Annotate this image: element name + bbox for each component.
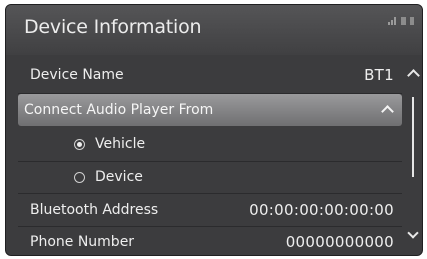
- radio-unselected-icon: [74, 171, 85, 183]
- connect-audio-player-button[interactable]: Connect Audio Player From: [18, 94, 402, 126]
- option-device-label: Device: [95, 169, 143, 185]
- status-icons: [388, 17, 414, 25]
- bluetooth-address-row: Bluetooth Address 00:00:00:00:00:00: [18, 193, 402, 227]
- radio-selected-icon: [74, 138, 85, 150]
- phone-number-row: Phone Number 00000000000: [18, 226, 402, 255]
- device-name-value: BT1: [364, 66, 394, 84]
- bluetooth-address-value: 00:00:00:00:00:00: [249, 200, 394, 219]
- device-name-label: Device Name: [30, 67, 124, 83]
- battery-icon: [410, 17, 414, 25]
- bluetooth-icon: [401, 17, 406, 25]
- chevron-up-icon: [381, 105, 394, 118]
- device-name-row[interactable]: Device Name BT1: [18, 57, 402, 94]
- bluetooth-address-label: Bluetooth Address: [30, 201, 159, 218]
- option-device[interactable]: Device: [18, 161, 402, 194]
- scroll-thumb[interactable]: [412, 97, 414, 177]
- phone-number-value: 00000000000: [285, 233, 394, 251]
- info-list: Device Name BT1 Connect Audio Player Fro…: [18, 57, 402, 255]
- option-vehicle-wrap: Vehicle: [74, 136, 145, 152]
- option-vehicle-label: Vehicle: [95, 136, 146, 152]
- title-bar: Device Information: [6, 5, 422, 55]
- page-title: Device Information: [24, 16, 202, 38]
- phone-number-label: Phone Number: [30, 234, 135, 250]
- signal-icon: [388, 17, 397, 25]
- scroll-up-icon[interactable]: [407, 69, 420, 82]
- scrollbar[interactable]: [406, 57, 422, 255]
- option-vehicle[interactable]: Vehicle: [18, 127, 402, 162]
- scroll-down-icon[interactable]: [407, 227, 419, 239]
- connect-audio-label: Connect Audio Player From: [24, 102, 214, 118]
- device-information-screen: Device Information Device Name BT1 Conne…: [5, 4, 423, 256]
- option-device-wrap: Device: [74, 169, 143, 185]
